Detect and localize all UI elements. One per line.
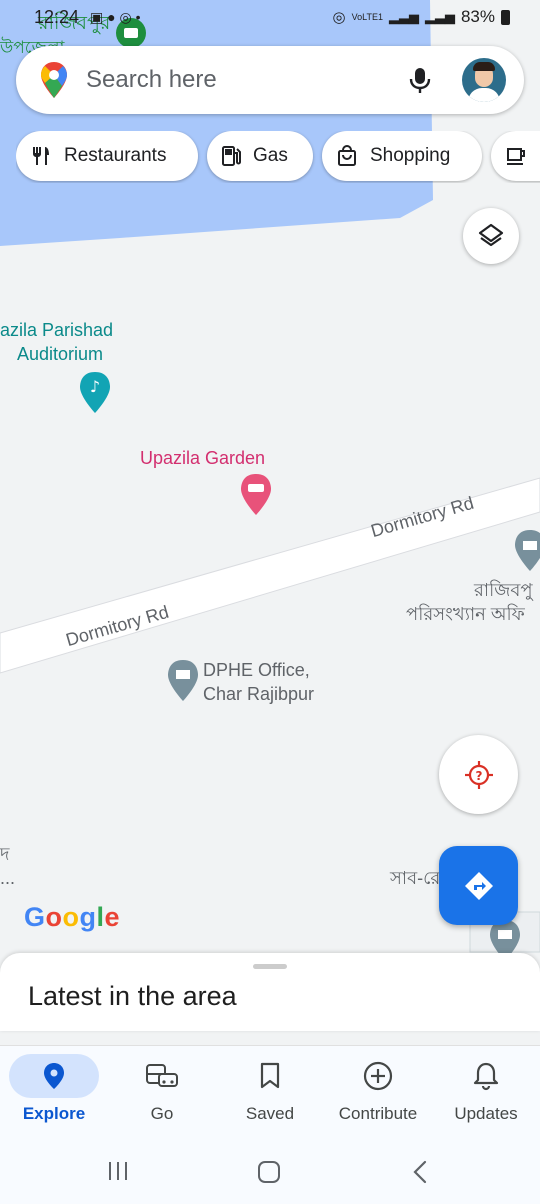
chip-gas[interactable]: Gas [207, 131, 313, 181]
hotel-pin-icon[interactable] [241, 474, 271, 515]
chip-label: Restaurants [64, 145, 167, 166]
chip-shopping[interactable]: Shopping [322, 131, 482, 181]
lte-label: VoLTE1 [351, 12, 383, 22]
fork-knife-icon [33, 147, 49, 165]
bookmark-icon [260, 1062, 280, 1089]
battery-percent: 83% [460, 7, 495, 26]
status-right: ◎ VoLTE1 ▂▃▅ ▂▃▅ 83% [333, 7, 510, 27]
nav-contribute[interactable]: Contribute [324, 1046, 432, 1138]
nav-go-label: Go [150, 1104, 174, 1123]
back-icon[interactable] [408, 1159, 432, 1185]
nav-updates-icon-wrap [441, 1054, 531, 1098]
map-label-dphe-line1[interactable]: DPHE Office, [203, 658, 310, 682]
commute-icon [146, 1064, 178, 1087]
battery-icon [501, 9, 510, 25]
search-input[interactable]: Search here [86, 66, 217, 94]
nav-explore-label: Explore [22, 1104, 86, 1123]
status-time: 12:24 [34, 7, 80, 27]
coffee-icon [507, 148, 525, 165]
location-unknown-icon: ? [464, 760, 493, 789]
location-pin-icon [44, 1063, 64, 1089]
directions-button[interactable] [439, 846, 518, 925]
directions-icon [464, 871, 493, 900]
svg-text:?: ? [475, 769, 482, 783]
nav-go[interactable]: Go [108, 1046, 216, 1138]
system-navigation-bar [0, 1137, 540, 1204]
map-label-auditorium-line2[interactable]: Auditorium [17, 342, 103, 366]
nav-updates[interactable]: Updates [432, 1046, 540, 1138]
hotspot-icon: ◎ [332, 9, 346, 26]
status-bar: 12:24 ▣ ● ◎ • ◎ VoLTE1 ▂▃▅ ▂▃▅ 83% [0, 0, 540, 36]
nav-saved-icon-wrap [225, 1054, 315, 1098]
bottom-navigation: Explore Go Saved Contribute Updates [0, 1045, 540, 1137]
avatar[interactable] [462, 58, 506, 102]
map-label-garden[interactable]: Upazila Garden [140, 446, 265, 470]
signal-icon-2: ▂▃▅ [424, 9, 455, 24]
gas-pump-icon [222, 146, 241, 166]
chip-restaurants[interactable]: Restaurants [16, 131, 198, 181]
map-label-auditorium-line1[interactable]: azila Parishad [0, 318, 113, 342]
nav-saved[interactable]: Saved [216, 1046, 324, 1138]
map-label-dphe-line2[interactable]: Char Rajibpur [203, 682, 314, 706]
recent-apps-icon[interactable] [106, 1159, 130, 1183]
home-icon[interactable] [256, 1159, 282, 1185]
nav-explore-icon-wrap [9, 1054, 99, 1098]
signal-icon: ▂▃▅ [388, 9, 419, 24]
nav-contribute-label: Contribute [338, 1104, 418, 1123]
sheet-title: Latest in the area [28, 981, 237, 1011]
nav-explore[interactable]: Explore [0, 1046, 108, 1138]
music-venue-pin-icon[interactable]: ♪ [80, 372, 110, 413]
add-circle-icon [363, 1061, 393, 1091]
water-body [0, 0, 433, 246]
map-label-left-bengali-2: ... [0, 868, 16, 888]
nav-contribute-icon-wrap [333, 1054, 423, 1098]
sheet-drag-handle[interactable] [253, 964, 287, 969]
map-label-left-bengali-1: দ [0, 844, 10, 864]
google-maps-pin-icon [41, 62, 67, 98]
nav-updates-label: Updates [454, 1104, 518, 1123]
layers-icon [478, 223, 504, 247]
chip-label: Shopping [370, 145, 451, 166]
notification-icons: ▣ ● ◎ • [90, 9, 141, 25]
microphone-icon[interactable] [404, 64, 436, 96]
layers-button[interactable] [463, 208, 519, 264]
bottom-sheet[interactable]: Latest in the area [0, 953, 540, 1031]
map-label-right-bengali-2[interactable]: পরিসংখ্যান অফি [406, 602, 525, 626]
category-chips: Restaurants Gas Shopping [16, 131, 540, 183]
nav-saved-label: Saved [245, 1104, 295, 1123]
government-office-pin-icon[interactable] [515, 530, 540, 571]
chip-coffee[interactable] [491, 131, 540, 181]
map-label-right-bengali-1[interactable]: রাজিবপু [474, 578, 533, 602]
shopping-bag-icon [338, 145, 356, 166]
nav-go-icon-wrap [117, 1054, 207, 1098]
google-logo: Google [24, 902, 121, 932]
my-location-button[interactable]: ? [439, 735, 518, 814]
search-bar[interactable]: Search here [16, 46, 524, 114]
svg-text:♪: ♪ [90, 377, 100, 396]
dphe-office-pin-icon[interactable] [168, 660, 198, 701]
chip-label: Gas [253, 145, 288, 166]
bell-icon [473, 1062, 499, 1091]
